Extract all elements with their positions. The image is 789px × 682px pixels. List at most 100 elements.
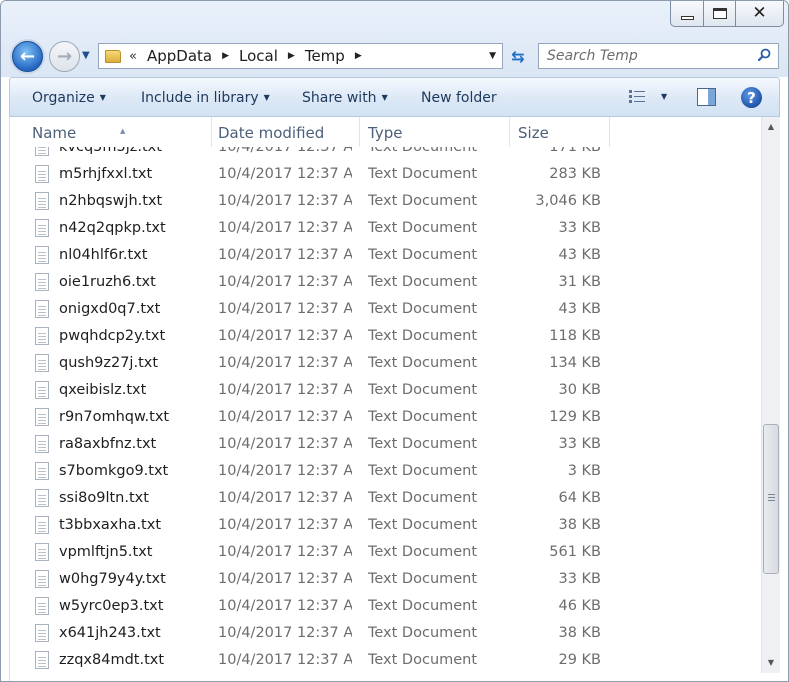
vertical-scrollbar[interactable]: ▲ ▼ (761, 117, 780, 673)
column-header-type[interactable]: Type (360, 117, 510, 147)
file-name: ra8axbfnz.txt (59, 436, 157, 452)
file-type: Text Document (368, 409, 478, 425)
share-with-button[interactable]: Share with ▼ (302, 90, 388, 106)
breadcrumb-local[interactable]: Local (239, 47, 278, 65)
caption-buttons: ✕ (670, 1, 784, 27)
file-name: r9n7omhqw.txt (59, 409, 170, 425)
file-date-modified: 10/4/2017 12:37 A... (218, 571, 352, 587)
maximize-icon (712, 8, 727, 19)
refresh-button[interactable]: ⇆ (505, 43, 531, 69)
file-date-modified: 10/4/2017 12:37 A... (218, 355, 352, 371)
file-size: 134 KB (549, 355, 601, 371)
search-input[interactable] (547, 45, 757, 67)
table-row[interactable]: onigxd0q7.txt 10/4/2017 12:37 A... Text Do… (10, 296, 762, 323)
maximize-button[interactable] (704, 1, 736, 27)
table-row[interactable]: t3bbxaxha.txt 10/4/2017 12:37 A... Text Do… (10, 512, 762, 539)
organize-label: Organize (32, 90, 95, 106)
breadcrumb-temp[interactable]: Temp (305, 47, 345, 65)
help-icon[interactable]: ? (741, 87, 762, 108)
file-name: onigxd0q7.txt (59, 301, 161, 317)
back-button[interactable]: ← (12, 41, 43, 72)
new-folder-button[interactable]: New folder (421, 90, 497, 106)
file-name: x641jh243.txt (59, 625, 161, 641)
column-header-size[interactable]: Size (510, 117, 610, 147)
table-row[interactable]: kvcq5m5jz.txt 10/4/2017 12:37 A... Text Do… (10, 147, 762, 161)
table-row[interactable]: n2hbqswjh.txt 10/4/2017 12:37 A... Text Do… (10, 188, 762, 215)
sort-ascending-icon: ▲ (120, 127, 126, 135)
table-row[interactable]: ra8axbfnz.txt 10/4/2017 12:37 A... Text Do… (10, 431, 762, 458)
file-name: pwqhdcp2y.txt (59, 328, 166, 344)
column-header-row: ▲ Name Date modified Type Size (10, 117, 762, 147)
column-header-date-modified[interactable]: Date modified (210, 117, 360, 147)
table-row[interactable]: qxeibislz.txt 10/4/2017 12:37 A... Text Do… (10, 377, 762, 404)
view-options-dropdown-icon[interactable]: ▼ (661, 92, 667, 101)
table-row[interactable]: s7bomkgo9.txt 10/4/2017 12:37 A... Text Do… (10, 458, 762, 485)
file-size: 3,046 KB (535, 193, 601, 209)
text-file-icon (35, 489, 49, 507)
text-file-icon (35, 327, 49, 345)
include-in-library-button[interactable]: Include in library ▼ (141, 90, 270, 106)
file-type: Text Document (368, 436, 478, 452)
table-row[interactable]: oie1ruzh6.txt 10/4/2017 12:37 A... Text Do… (10, 269, 762, 296)
table-row[interactable]: vpmlftjn5.txt 10/4/2017 12:37 A... Text Do… (10, 539, 762, 566)
file-date-modified: 10/4/2017 12:37 A... (218, 409, 352, 425)
scrollbar-thumb[interactable] (763, 423, 779, 574)
recent-pages-button[interactable]: ▼ (82, 50, 90, 61)
table-row[interactable]: x641jh243.txt 10/4/2017 12:37 A... Text Do… (10, 620, 762, 647)
file-name: zzqx84mdt.txt (59, 652, 165, 668)
breadcrumb-appdata[interactable]: AppData (147, 47, 212, 65)
organize-button[interactable]: Organize ▼ (32, 90, 106, 106)
table-row[interactable]: pwqhdcp2y.txt 10/4/2017 12:37 A... Text Do… (10, 323, 762, 350)
file-type: Text Document (368, 382, 478, 398)
table-row[interactable]: nl04hlf6r.txt 10/4/2017 12:37 A... Text Do… (10, 242, 762, 269)
preview-pane-icon[interactable] (697, 88, 716, 106)
text-file-icon (35, 273, 49, 291)
minimize-button[interactable] (670, 1, 704, 27)
file-name: qush9z27j.txt (59, 355, 159, 371)
table-row[interactable]: n42q2qpkp.txt 10/4/2017 12:37 A... Text Do… (10, 215, 762, 242)
text-file-icon (35, 192, 49, 210)
arrow-left-icon: ← (19, 46, 36, 67)
search-box[interactable] (538, 43, 779, 69)
file-rows: kvcq5m5jz.txt 10/4/2017 12:37 A... Text Do… (10, 147, 762, 681)
table-row[interactable]: m5rhjfxxl.txt 10/4/2017 12:37 A... Text Do… (10, 161, 762, 188)
breadcrumb-separator-icon[interactable]: ▶ (355, 51, 362, 61)
breadcrumb-overflow[interactable]: « (129, 49, 137, 64)
search-icon[interactable] (758, 48, 771, 61)
file-type: Text Document (368, 652, 478, 668)
file-name: n2hbqswjh.txt (59, 193, 163, 209)
file-date-modified: 10/4/2017 12:37 A... (218, 517, 352, 533)
file-name: vpmlftjn5.txt (59, 544, 153, 560)
file-type: Text Document (368, 355, 478, 371)
breadcrumb-separator-icon[interactable]: ▶ (222, 51, 229, 61)
column-size-label: Size (518, 124, 549, 142)
file-size: 3 KB (567, 463, 601, 479)
file-size: 33 KB (558, 436, 601, 452)
scroll-down-icon[interactable]: ▼ (762, 655, 780, 671)
view-options-icon[interactable] (628, 89, 646, 105)
table-row[interactable]: qush9z27j.txt 10/4/2017 12:37 A... Text Do… (10, 350, 762, 377)
close-button[interactable]: ✕ (736, 1, 784, 27)
file-date-modified: 10/4/2017 12:37 A... (218, 598, 352, 614)
file-type: Text Document (368, 463, 478, 479)
column-header-name[interactable]: ▲ Name (18, 117, 212, 147)
chevron-down-icon: ▼ (82, 50, 90, 61)
column-date-label: Date modified (218, 124, 325, 142)
table-row[interactable]: w5yrc0ep3.txt 10/4/2017 12:37 A... Text Do… (10, 593, 762, 620)
text-file-icon (35, 543, 49, 561)
address-dropdown-icon[interactable]: ▼ (489, 51, 496, 61)
explorer-window: ✕ ← → ▼ « AppData ▶ Local ▶ Temp ▶ ▼ ⇆ O… (0, 0, 789, 682)
file-type: Text Document (368, 517, 478, 533)
table-row[interactable]: ssi8o9ltn.txt 10/4/2017 12:37 A... Text Do… (10, 485, 762, 512)
text-file-icon (35, 597, 49, 615)
scroll-up-icon[interactable]: ▲ (762, 119, 780, 135)
address-bar[interactable]: « AppData ▶ Local ▶ Temp ▶ ▼ (98, 43, 503, 69)
table-row[interactable]: zzqx84mdt.txt 10/4/2017 12:37 A... Text Do… (10, 647, 762, 674)
file-type: Text Document (368, 301, 478, 317)
breadcrumb-separator-icon[interactable]: ▶ (288, 51, 295, 61)
table-row[interactable]: w0hg79y4y.txt 10/4/2017 12:37 A... Text Do… (10, 566, 762, 593)
table-row[interactable]: r9n7omhqw.txt 10/4/2017 12:37 A... Text Do… (10, 404, 762, 431)
file-date-modified: 10/4/2017 12:37 A... (218, 463, 352, 479)
file-type: Text Document (368, 490, 478, 506)
forward-button[interactable]: → (49, 41, 80, 72)
